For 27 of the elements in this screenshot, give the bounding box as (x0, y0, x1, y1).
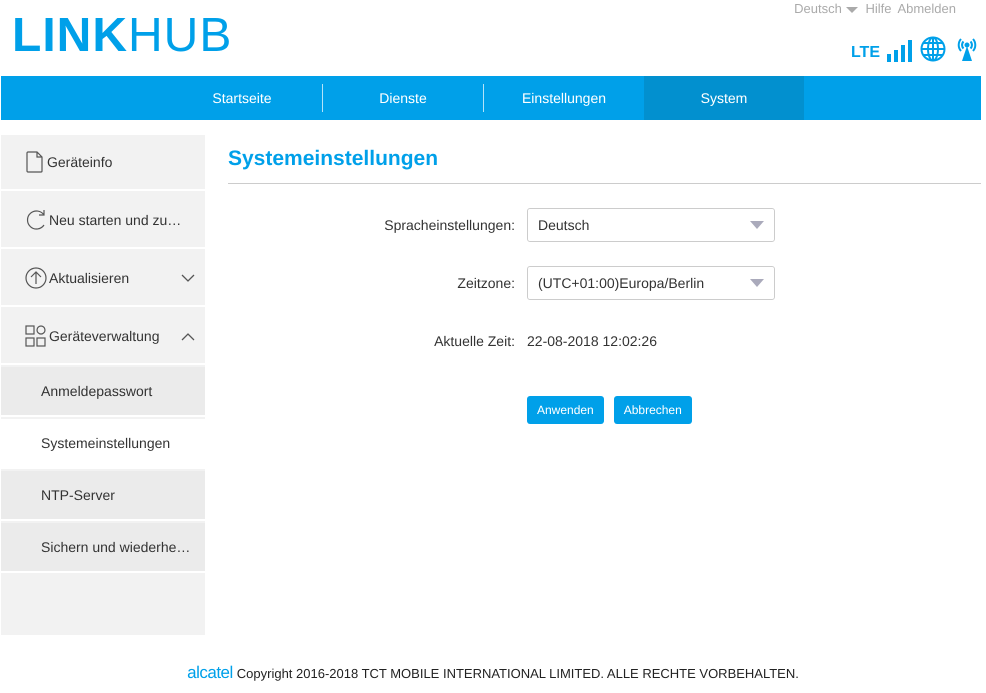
refresh-icon (25, 209, 47, 231)
upload-icon (25, 267, 47, 289)
sidebar-subitem[interactable]: NTP-Server (1, 471, 205, 521)
globe-icon (920, 36, 946, 62)
document-icon (25, 151, 45, 173)
network-type: LTE (850, 44, 880, 62)
chevron-icon[interactable] (181, 332, 195, 340)
field-label: Zeitzone: (456, 275, 516, 291)
signal-icon (886, 40, 914, 62)
dropdown[interactable]: (UTC+01:00)Europa/Berlin (527, 266, 775, 300)
sidebar-subitem[interactable]: Anmeldepasswort (1, 367, 205, 417)
caret-icon (750, 221, 764, 229)
caret-icon (845, 6, 860, 14)
page-title: Systemeinstellungen (228, 147, 981, 184)
sidebar-subitem[interactable]: Systemeinstellungen (1, 419, 205, 469)
chevron-icon[interactable] (181, 274, 195, 282)
field-label: Aktuelle Zeit: (433, 333, 516, 349)
caret-icon (750, 279, 764, 287)
logo: LINKHUB (12, 12, 232, 64)
field-value: 22-08-2018 12:02:26 (527, 332, 657, 351)
dropdown[interactable]: Deutsch (527, 208, 775, 242)
sidebar-subitem[interactable]: Sichern und wiederhe… (1, 523, 205, 573)
field-label: Spracheinstellungen: (383, 217, 516, 233)
brand-logo: alcatel (187, 663, 233, 683)
copyright-text: Copyright 2016-2018 TCT MOBILE INTERNATIONAL LIMITED. ALLE RECHTE VORBEHALTEN. (236, 666, 799, 681)
grid-icon (25, 325, 47, 347)
nav-tab[interactable]: System (644, 76, 804, 120)
